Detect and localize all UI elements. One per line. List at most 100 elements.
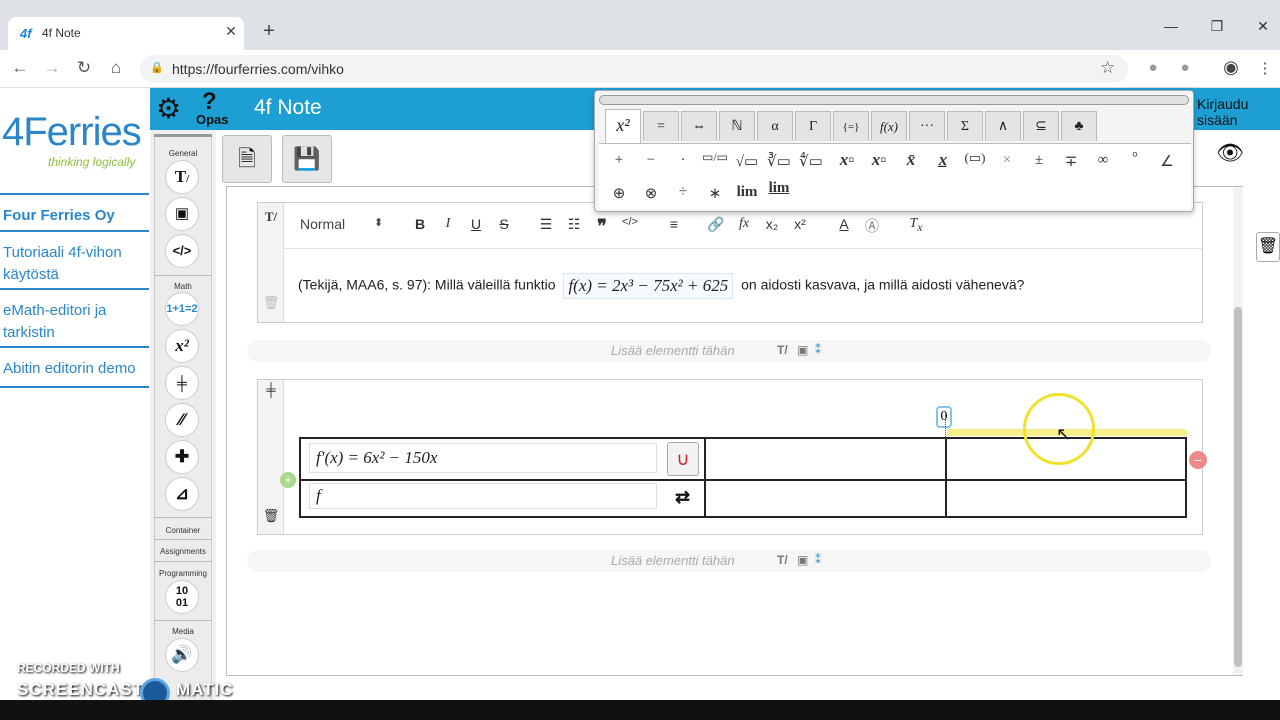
- palette-tab-dots[interactable]: ···: [909, 111, 945, 141]
- forward-icon[interactable]: →: [40, 58, 64, 78]
- palette-tab-relations[interactable]: =: [643, 111, 679, 141]
- palette-symbol[interactable]: ⊕: [603, 184, 635, 203]
- element-text[interactable]: (Tekijä, MAA6, s. 97): Millä väleillä fu…: [298, 273, 1024, 299]
- palette-symbol[interactable]: +: [603, 152, 635, 169]
- formula-box[interactable]: f(x) = 2x³ − 75x² + 625: [563, 273, 734, 299]
- calculation-tool-icon[interactable]: 1+1=2: [165, 292, 199, 326]
- sidebar-link-four-ferries[interactable]: Four Ferries Oy: [0, 193, 149, 233]
- palette-tab-misc[interactable]: ♣: [1061, 111, 1097, 141]
- geometry-tool-icon[interactable]: ⊿: [165, 477, 199, 511]
- palette-symbol[interactable]: ∓: [1055, 152, 1087, 171]
- back-icon[interactable]: ←: [8, 58, 32, 78]
- palette-tab-systems[interactable]: {=}: [833, 111, 869, 141]
- palette-symbol[interactable]: (▭): [959, 150, 991, 166]
- row1-expression-cell[interactable]: f′(x) = 6x² − 150x: [309, 443, 657, 473]
- strikethrough-icon[interactable]: S: [493, 216, 515, 232]
- address-bar[interactable]: 🔒 https://fourferries.com/vihko ☆: [140, 55, 1128, 83]
- blockquote-icon[interactable]: ❞: [591, 216, 613, 237]
- remove-column-minus-icon[interactable]: −: [1189, 451, 1207, 469]
- code-block-icon[interactable]: </>: [619, 216, 641, 228]
- zero-marker[interactable]: 0: [936, 406, 952, 428]
- palette-symbol[interactable]: lim: [731, 184, 763, 201]
- sidebar-link-abitti[interactable]: Abitin editorin demo: [0, 346, 149, 388]
- text-tool-button[interactable]: T/: [165, 160, 199, 194]
- add-text-icon[interactable]: T/: [777, 343, 788, 357]
- login-link[interactable]: Kirjaudu sisään: [1197, 96, 1280, 128]
- preview-eye-icon[interactable]: 👁: [1216, 140, 1244, 166]
- palette-symbol[interactable]: −: [635, 152, 667, 169]
- italic-icon[interactable]: I: [437, 216, 459, 232]
- sidebar-link-emath[interactable]: eMath-editori ja tarkistin: [0, 288, 149, 350]
- bullet-list-icon[interactable]: ☷: [563, 216, 585, 233]
- palette-symbol[interactable]: lim: [763, 180, 795, 197]
- palette-tab-greek-lower[interactable]: α: [757, 111, 793, 141]
- row2-expression-cell[interactable]: f: [309, 483, 657, 509]
- font-color-icon[interactable]: A: [833, 216, 855, 232]
- new-tab-button[interactable]: +: [259, 20, 279, 43]
- palette-tab-and[interactable]: ∧: [985, 111, 1021, 141]
- palette-symbol[interactable]: ∛▭: [763, 152, 795, 171]
- ordered-list-icon[interactable]: ☰: [535, 216, 557, 233]
- close-window-button[interactable]: ✕: [1248, 18, 1278, 35]
- swap-arrows-icon[interactable]: ⇄: [675, 487, 690, 508]
- palette-symbol[interactable]: ×: [991, 152, 1023, 169]
- tab-close-icon[interactable]: ✕: [222, 23, 240, 40]
- bold-icon[interactable]: B: [409, 216, 431, 232]
- minimize-button[interactable]: —: [1156, 18, 1186, 34]
- add-image-icon[interactable]: ▣: [797, 343, 808, 357]
- palette-tab-sets[interactable]: ℕ: [719, 111, 755, 141]
- delete-element-trash-icon[interactable]: 🗑: [262, 508, 280, 524]
- add-text-icon[interactable]: T/: [777, 553, 788, 567]
- tool-label-assignments[interactable]: Assignments: [150, 547, 216, 556]
- add-math-icon[interactable]: ⁑: [815, 553, 821, 567]
- palette-symbol[interactable]: x̲: [927, 150, 959, 170]
- palette-symbol[interactable]: x▫: [863, 150, 895, 170]
- add-math-icon[interactable]: ⁑: [815, 343, 821, 357]
- palette-symbol[interactable]: ∜▭: [795, 152, 827, 171]
- palette-symbol[interactable]: ∠: [1151, 152, 1183, 171]
- palette-symbol[interactable]: ▭/▭: [699, 150, 731, 165]
- align-icon[interactable]: ≡: [663, 216, 685, 232]
- document-scrollbar[interactable]: [1233, 187, 1243, 675]
- help-label[interactable]: Opas: [196, 112, 229, 127]
- paragraph-style-select[interactable]: Normal: [300, 216, 345, 232]
- palette-symbol[interactable]: ±: [1023, 152, 1055, 169]
- palette-symbol[interactable]: ∞: [1087, 152, 1119, 169]
- palette-symbol[interactable]: x̄: [895, 150, 927, 170]
- code-tool-icon[interactable]: </>: [165, 234, 199, 268]
- programming-tool-icon[interactable]: 10 01: [165, 580, 199, 614]
- sign-chart-tool-icon[interactable]: ╪: [165, 366, 199, 400]
- palette-symbol[interactable]: x▫: [831, 150, 863, 170]
- palette-symbol[interactable]: √▭: [731, 152, 763, 171]
- fourferries-logo[interactable]: 4Ferries thinking logically: [2, 110, 147, 170]
- palette-symbol[interactable]: ·: [667, 152, 699, 169]
- underline-icon[interactable]: U: [465, 216, 487, 232]
- palette-tab-functions[interactable]: f(x): [871, 111, 907, 141]
- new-note-icon[interactable]: 🗎: [222, 135, 272, 183]
- save-icon[interactable]: 💾: [282, 135, 332, 183]
- text-element[interactable]: T/ 🗑 Normal ⬍ B I U S ☰ ☷ ❞ </> ≡ 🔗 fx x…: [257, 202, 1203, 323]
- browser-tab[interactable]: 4f 4f Note ✕: [8, 17, 244, 50]
- formula-icon[interactable]: fx: [733, 216, 755, 232]
- palette-tab-greek-upper[interactable]: Γ: [795, 111, 831, 141]
- graph-tool-icon[interactable]: ⁄∕: [165, 403, 199, 437]
- delete-all-trash-icon[interactable]: 🗑: [1256, 232, 1280, 262]
- sidebar-link-tutorial[interactable]: Tutoriaali 4f-vihon käytöstä: [0, 230, 149, 292]
- palette-symbol[interactable]: ∗: [699, 184, 731, 203]
- add-image-icon[interactable]: ▣: [797, 553, 808, 567]
- add-row-plus-icon[interactable]: +: [280, 472, 296, 488]
- superscript-icon[interactable]: x²: [789, 216, 811, 232]
- subscript-icon[interactable]: x₂: [761, 216, 783, 232]
- palette-symbol[interactable]: °: [1119, 150, 1151, 167]
- menu-dots-icon[interactable]: ⋮: [1254, 59, 1276, 77]
- reload-icon[interactable]: ↻: [72, 58, 96, 78]
- scrollbar-thumb[interactable]: [1234, 307, 1242, 667]
- bookmark-star-icon[interactable]: ☆: [1100, 58, 1115, 78]
- parabola-icon[interactable]: ∪: [667, 442, 699, 476]
- palette-tab-subset[interactable]: ⊆: [1023, 111, 1059, 141]
- palette-tab-sums[interactable]: Σ: [947, 111, 983, 141]
- tool-label-container[interactable]: Container: [150, 526, 216, 535]
- add-element-row[interactable]: Lisää elementti tähän T/ ▣ ⁑: [247, 340, 1211, 362]
- formula-tool-icon[interactable]: x²: [165, 329, 199, 363]
- coordinate-tool-icon[interactable]: ✚: [165, 440, 199, 474]
